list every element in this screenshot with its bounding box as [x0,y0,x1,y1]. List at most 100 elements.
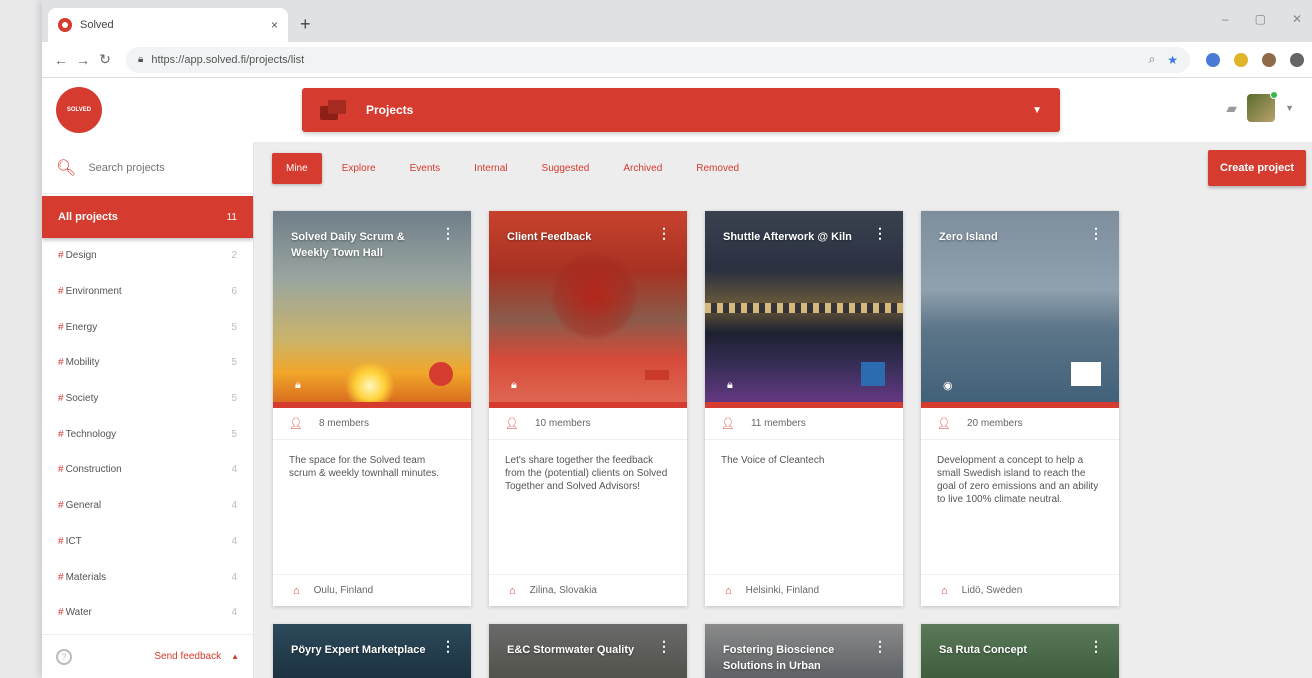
more-options-icon[interactable]: ⋮ [441,639,455,653]
card-title: Sa Ruta Concept [939,644,1028,656]
tab-explore[interactable]: Explore [328,153,390,184]
location-pin-icon: ⌂ [725,584,732,597]
browser-tab[interactable]: Solved × [48,8,288,42]
project-selector-label: Projects [366,103,414,117]
url-text[interactable]: https://app.solved.fi/projects/list [151,54,1136,66]
project-card[interactable]: Sa Ruta Concept ⋮ [921,624,1119,678]
person-icon: 👤︎ [937,418,951,430]
hash-icon: # [58,535,64,547]
lock-icon: 🔒︎ [511,379,517,391]
help-icon[interactable]: ? [56,648,72,665]
forward-icon[interactable]: → [72,52,94,68]
card-cover-image: Client Feedback ⋮ 🔒︎ [489,211,687,408]
sidebar-item-label: Construction [65,464,122,476]
project-card[interactable]: Zero Island ⋮ ◉ 👤︎ 20 members Development… [921,211,1119,606]
extension-icon[interactable] [1206,52,1220,67]
sidebar-item-count: 5 [231,321,237,333]
tab-mine[interactable]: Mine [272,152,322,184]
tab-close-icon[interactable]: × [271,18,278,32]
card-location: ⌂ Helsinki, Finland [705,574,903,606]
url-field[interactable]: 🔒︎ https://app.solved.fi/projects/list ⌕… [126,46,1190,73]
project-card[interactable]: Client Feedback ⋮ 🔒︎ 👤︎ 10 members Let's … [489,211,687,606]
minimize-button[interactable]: – [1222,12,1229,26]
project-card[interactable]: Shuttle Afterwork @ Kiln ⋮ 🔒︎ 👤︎ 11 membe… [705,211,903,606]
sidebar-item-category[interactable]: # Energy 5 [42,309,253,345]
location-text: Oulu, Finland [313,585,374,596]
project-card[interactable]: Solved Daily Scrum & Weekly Town Hall ⋮ … [273,211,471,606]
more-options-icon[interactable]: ⋮ [873,226,887,240]
search-input[interactable] [88,161,229,174]
tab-internal[interactable]: Internal [460,153,521,184]
org-logo-icon [429,362,453,386]
reload-icon[interactable]: ↻ [94,51,116,68]
tab-suggested[interactable]: Suggested [528,153,604,184]
sidebar-item-category[interactable]: # Society 5 [42,381,253,417]
tab-archived[interactable]: Archived [609,153,676,184]
solved-logo[interactable]: SOLVED [56,87,102,133]
hash-icon: # [58,500,64,512]
sidebar-item-all-projects[interactable]: All projects 11 [42,196,253,238]
person-icon: 👤︎ [505,418,519,430]
project-card[interactable]: E&C Stormwater Quality ⋮ [489,624,687,678]
sidebar-item-category[interactable]: # ICT 4 [42,524,253,560]
card-title: Pöyry Expert Marketplace [291,644,426,656]
tab-events[interactable]: Events [396,153,455,184]
tab-title: Solved [80,19,114,31]
location-text: Zilina, Slovakia [529,585,597,596]
sidebar-item-category[interactable]: # General 4 [42,488,253,524]
profile-icon[interactable] [1262,52,1276,67]
new-tab-button[interactable]: + [300,14,311,35]
sidebar-item-label: Mobility [65,357,100,369]
sidebar-item-count: 4 [231,607,237,619]
card-members: 👤︎ 11 members [705,408,903,440]
sidebar-item-category[interactable]: # Environment 6 [42,274,253,310]
more-options-icon[interactable]: ⋮ [657,226,671,240]
menu-icon[interactable] [1290,52,1304,67]
members-count: 11 members [750,418,806,429]
sidebar-item-category[interactable]: # Construction 4 [42,452,253,488]
card-location: ⌂ Lidö, Sweden [921,574,1119,606]
more-options-icon[interactable]: ⋮ [1089,639,1103,653]
create-project-button[interactable]: Create project [1208,150,1306,186]
bookmark-star-icon[interactable]: ★ [1167,53,1178,67]
sidebar-item-label: Water [65,607,92,619]
back-icon[interactable]: ← [50,52,72,68]
card-description: The Voice of Cleantech [721,455,825,466]
hash-icon: # [58,357,64,369]
members-count: 10 members [534,418,591,429]
sidebar-item-category[interactable]: # Water 4 [42,595,253,631]
hash-icon: # [58,571,64,583]
avatar[interactable] [1247,91,1279,122]
extension-icon[interactable] [1234,52,1248,67]
card-cover-image: Solved Daily Scrum & Weekly Town Hall ⋮ … [273,211,471,408]
zoom-icon[interactable]: ⌕ [1149,52,1156,67]
maximize-button[interactable]: ▢ [1255,12,1266,26]
chevron-up-icon[interactable]: ▲ [231,652,239,661]
more-options-icon[interactable]: ⋮ [657,639,671,653]
sidebar-item-label: ICT [65,535,82,547]
sidebar: 🔍︎ All projects 11 #Design2 #Environment… [42,142,254,678]
sidebar-item-count: 5 [231,357,237,369]
chevron-down-icon[interactable]: ▼ [1285,103,1294,113]
close-window-button[interactable]: ✕ [1292,12,1302,26]
sidebar-item-category[interactable]: # Design 2 [42,238,253,274]
project-card[interactable]: Fostering Bioscience Solutions in Urban … [705,624,903,678]
project-card[interactable]: Pöyry Expert Marketplace ⋮ [273,624,471,678]
sidebar-item-category[interactable]: # Mobility 5 [42,345,253,381]
folders-icon [320,100,348,120]
sidebar-item-label: Energy [65,321,98,333]
layers-icon[interactable]: ▰ [1226,100,1237,117]
send-feedback-link[interactable]: Send feedback [154,651,221,662]
more-options-icon[interactable]: ⋮ [441,226,455,240]
card-members: 👤︎ 10 members [489,408,687,440]
card-cover-image: Zero Island ⋮ ◉ [921,211,1119,408]
sidebar-item-label: Society [65,393,99,405]
project-selector[interactable]: Projects ▼ [302,88,1060,132]
more-options-icon[interactable]: ⋮ [1089,226,1103,240]
card-title: Fostering Bioscience Solutions in Urban [723,644,835,672]
tab-removed[interactable]: Removed [682,153,753,184]
sidebar-item-category[interactable]: # Materials 4 [42,559,253,595]
person-icon: 👤︎ [721,418,735,430]
sidebar-item-category[interactable]: # Technology 5 [42,416,253,452]
more-options-icon[interactable]: ⋮ [873,639,887,653]
